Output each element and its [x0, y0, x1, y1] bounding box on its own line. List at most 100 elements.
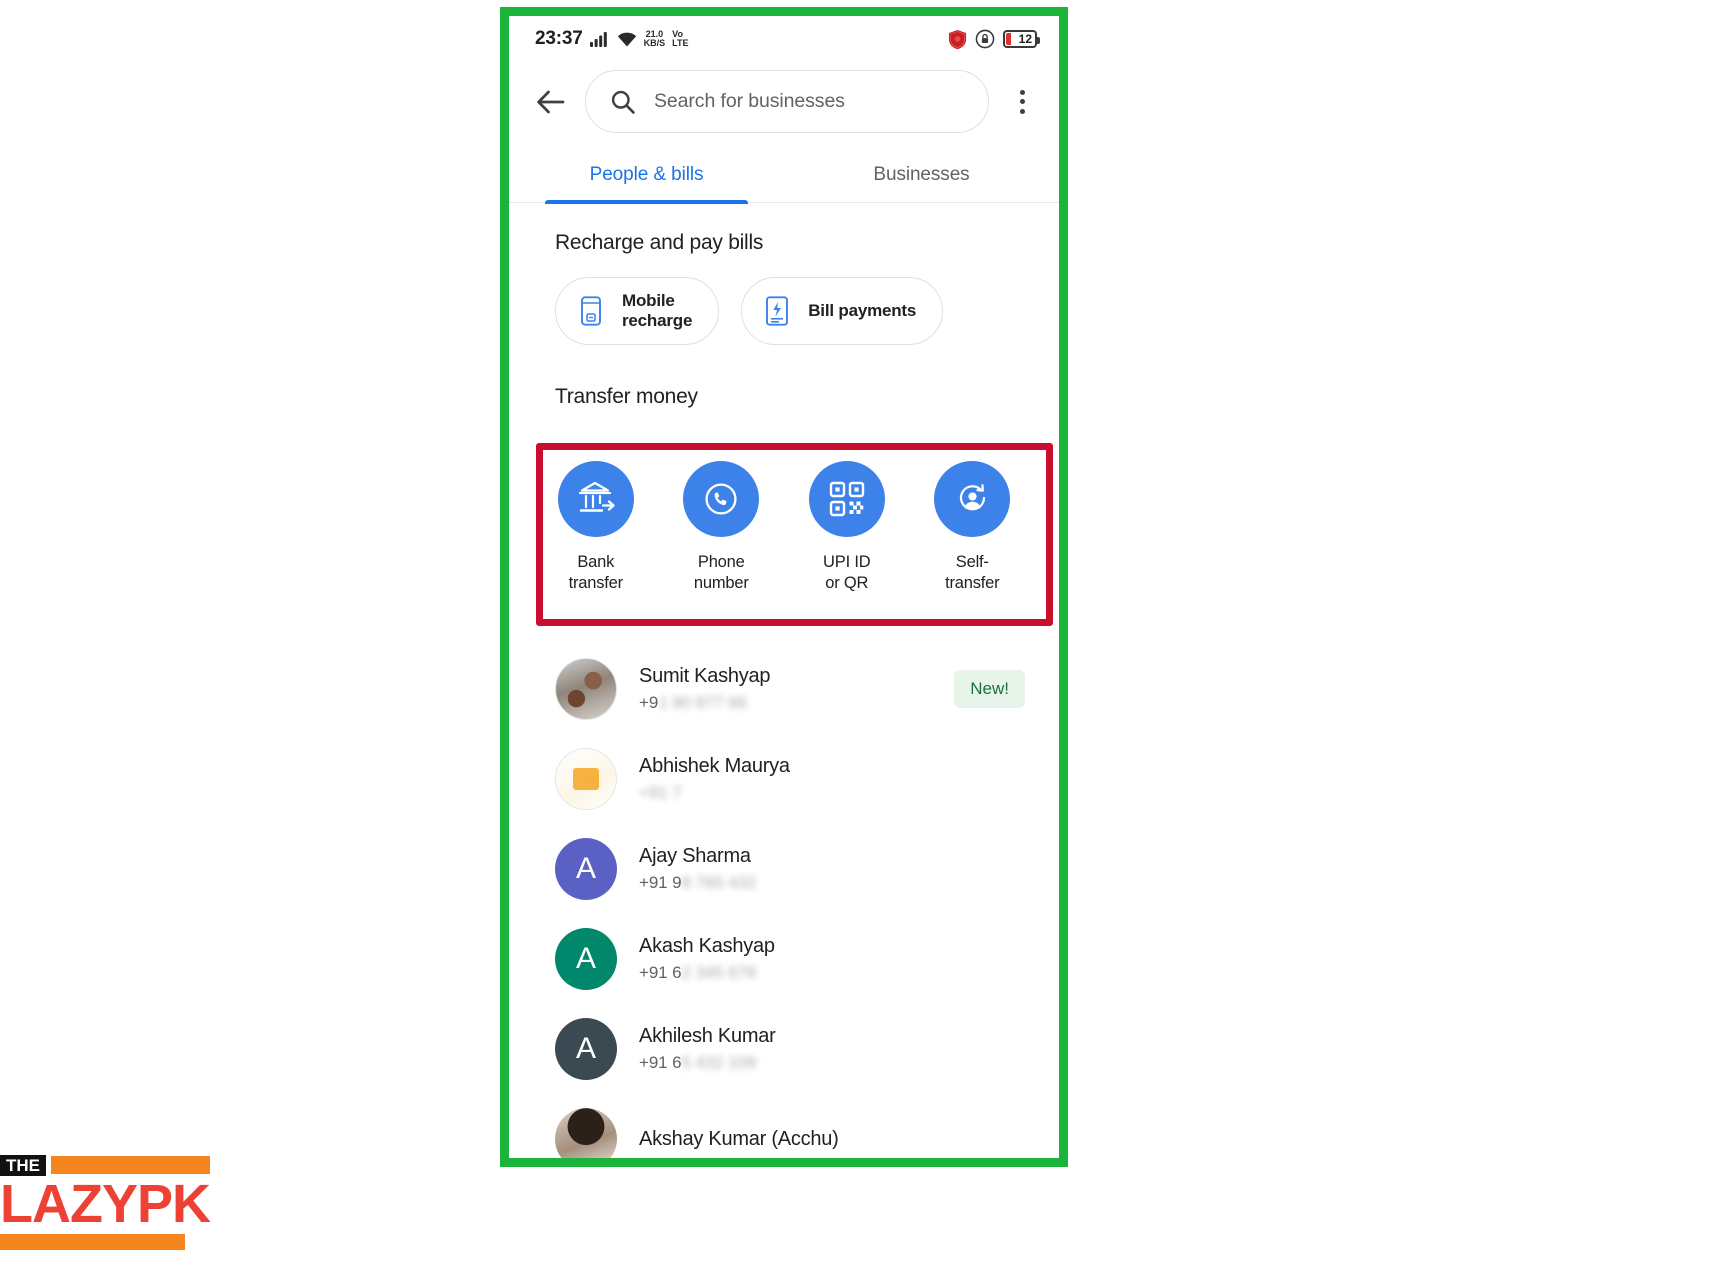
- contact-phone: +91 65 432 109: [639, 1053, 1025, 1073]
- network-speed-indicator: 21.0 KB/S: [643, 28, 666, 48]
- chip-line-1: Mobile: [622, 291, 675, 310]
- list-item[interactable]: Akshay Kumar (Acchu): [509, 1094, 1059, 1158]
- kebab-dot-icon: [1019, 89, 1025, 95]
- silent-mode-icon: [975, 29, 995, 49]
- transfer-money-section: Bank transfer Phone number UPI ID or QR …: [509, 431, 1059, 626]
- action-line-2: number: [693, 574, 749, 592]
- overflow-menu-button[interactable]: [1003, 82, 1041, 122]
- back-arrow-icon: [537, 90, 565, 113]
- mobile-recharge-chip[interactable]: Mobile recharge: [555, 277, 720, 345]
- recharge-section-title: Recharge and pay bills: [555, 231, 764, 254]
- contact-text-block: Akhilesh Kumar +91 65 432 109: [639, 1025, 1025, 1073]
- phone-prefix: +91 9: [639, 873, 682, 892]
- phone-prefix: +91 6: [639, 963, 682, 982]
- main-content: Recharge and pay bills Mobile recharge B…: [509, 203, 1059, 1158]
- avatar: [555, 748, 617, 810]
- battery-percent-label: 12: [1018, 32, 1032, 46]
- avatar: A: [555, 1018, 617, 1080]
- qr-code-icon: [808, 461, 885, 537]
- search-icon: [611, 90, 635, 114]
- list-item[interactable]: Abhishek Maurya +91 7: [509, 734, 1059, 824]
- phone-redacted: 2 345 678: [681, 963, 757, 982]
- action-line-2: transfer: [568, 574, 624, 592]
- list-item[interactable]: Sumit Kashyap +91 90 877 66 New!: [509, 644, 1059, 734]
- avatar-initial: A: [575, 852, 596, 885]
- phone-screen: 23:37 21.0 KB/S Vo LTE 12 Search for bus…: [509, 16, 1059, 1158]
- action-line-1: Self-: [955, 553, 989, 571]
- contact-name: Akhilesh Kumar: [639, 1025, 776, 1047]
- battery-icon: 12: [1003, 30, 1040, 48]
- contacts-list: Sumit Kashyap +91 90 877 66 New! Abhishe…: [509, 620, 1059, 1158]
- list-item[interactable]: A Ajay Sharma +91 98 765 432: [509, 824, 1059, 914]
- action-line-2: or QR: [825, 574, 869, 592]
- contact-text-block: Ajay Sharma +91 98 765 432: [639, 845, 1025, 893]
- lazypk-watermark: THE LAZYPK: [0, 1154, 211, 1250]
- bank-transfer-icon: [557, 461, 634, 537]
- action-line-1: Phone: [697, 553, 745, 571]
- phone-redacted: 5 432 109: [681, 1053, 757, 1072]
- status-bar: 23:37 21.0 KB/S Vo LTE 12: [509, 16, 1059, 62]
- watermark-the-text: THE: [0, 1154, 46, 1176]
- phone-screenshot-frame: 23:37 21.0 KB/S Vo LTE 12 Search for bus…: [500, 7, 1068, 1167]
- mobile-phone-icon: [576, 296, 606, 326]
- chip-line-2: recharge: [622, 311, 693, 330]
- contact-name: Sumit Kashyap: [639, 665, 771, 687]
- tab-people-and-bills[interactable]: People & bills: [509, 147, 784, 204]
- self-transfer-action[interactable]: Self- transfer: [910, 461, 1036, 594]
- tab-label: Businesses: [873, 163, 970, 185]
- contact-text-block: Akshay Kumar (Acchu): [639, 1128, 1025, 1151]
- transfer-action-row: Bank transfer Phone number UPI ID or QR …: [509, 431, 1059, 620]
- bill-document-icon: [762, 296, 792, 326]
- self-transfer-label: Self- transfer: [945, 552, 1000, 594]
- status-badge: New!: [954, 670, 1025, 708]
- action-line-1: Bank: [577, 553, 615, 571]
- list-item[interactable]: A Akhilesh Kumar +91 65 432 109: [509, 1004, 1059, 1094]
- status-bar-clock: 23:37: [535, 28, 583, 49]
- contact-name: Akash Kashyap: [639, 935, 775, 957]
- transfer-section-title: Transfer money: [555, 385, 698, 408]
- action-line-2: transfer: [945, 574, 1000, 592]
- back-button[interactable]: [531, 82, 571, 122]
- avatar: [555, 1108, 617, 1158]
- phone-redacted: 1 90 877 66: [658, 693, 747, 712]
- contact-text-block: Sumit Kashyap +91 90 877 66: [639, 665, 932, 713]
- contact-phone: +91 98 765 432: [639, 873, 1025, 893]
- contact-name: Abhishek Maurya: [639, 755, 790, 777]
- tab-businesses[interactable]: Businesses: [784, 147, 1059, 202]
- signal-icon: [589, 31, 607, 47]
- contact-phone: +91 7: [639, 783, 1025, 803]
- tab-label: People & bills: [589, 163, 704, 185]
- recharge-chip-row: Mobile recharge Bill payments: [509, 255, 1059, 345]
- avatar-initial: A: [575, 1032, 596, 1065]
- phone-redacted: 8 765 432: [681, 873, 757, 892]
- watermark-orange-bar: [51, 1156, 210, 1174]
- watermark-orange-bar-bottom: [0, 1234, 185, 1250]
- avatar-initial: A: [575, 942, 596, 975]
- contact-name: Akshay Kumar (Acchu): [639, 1127, 839, 1150]
- bill-payments-chip-label: Bill payments: [808, 301, 917, 320]
- kebab-dot-icon: [1019, 99, 1025, 104]
- contact-name: Ajay Sharma: [639, 845, 751, 867]
- screenshot-root: 23:37 21.0 KB/S Vo LTE 12 Search for bus…: [0, 0, 1720, 1288]
- contact-phone: +91 62 345 678: [639, 963, 1025, 983]
- upi-id-or-qr-label: UPI ID or QR: [823, 552, 871, 594]
- contact-phone: +91 90 877 66: [639, 693, 932, 713]
- bill-payments-chip[interactable]: Bill payments: [741, 277, 944, 345]
- avatar: A: [555, 838, 617, 900]
- bank-transfer-label: Bank transfer: [568, 552, 624, 594]
- search-placeholder-text: Search for businesses: [654, 90, 845, 112]
- upi-id-or-qr-action[interactable]: UPI ID or QR: [784, 461, 910, 594]
- phone-number-action[interactable]: Phone number: [659, 461, 785, 594]
- bank-transfer-action[interactable]: Bank transfer: [533, 461, 659, 594]
- phone-number-label: Phone number: [694, 552, 749, 594]
- phone-prefix: +9: [639, 693, 659, 712]
- watermark-top-row: THE: [0, 1154, 210, 1176]
- app-header: Search for businesses: [509, 62, 1059, 147]
- search-input[interactable]: Search for businesses: [585, 70, 989, 133]
- phone-circle-icon: [683, 461, 760, 537]
- avatar: A: [555, 928, 617, 990]
- shield-icon: [948, 29, 967, 49]
- contact-text-block: Akash Kashyap +91 62 345 678: [639, 935, 1025, 983]
- list-item[interactable]: A Akash Kashyap +91 62 345 678: [509, 914, 1059, 1004]
- phone-redacted: +91 7: [639, 783, 682, 802]
